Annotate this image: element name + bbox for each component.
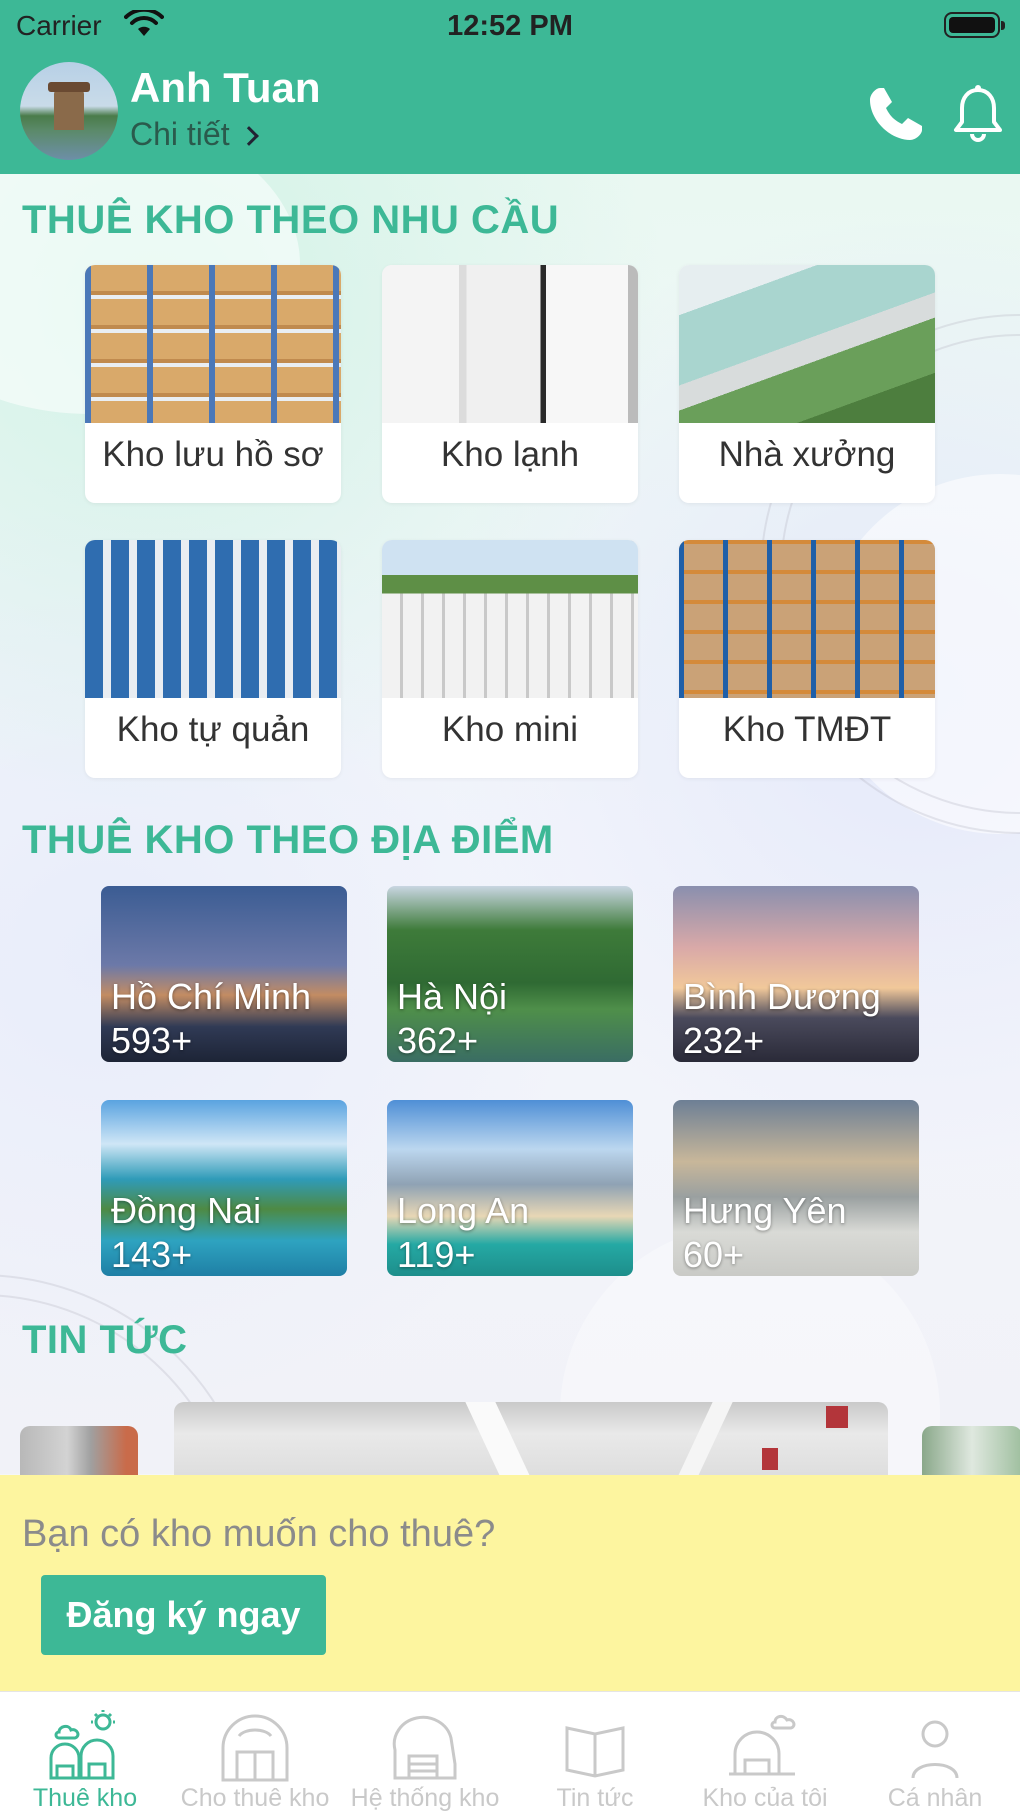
user-icon bbox=[911, 1720, 959, 1779]
warehouse-rent-icon bbox=[49, 1710, 115, 1780]
register-button[interactable]: Đăng ký ngay bbox=[41, 1575, 326, 1655]
section-title-location: THUÊ KHO THEO ĐỊA ĐIỂM bbox=[22, 818, 554, 862]
need-card-label: Nhà xưởng bbox=[718, 435, 896, 474]
warehouse-lease-icon bbox=[221, 1714, 289, 1782]
news-item[interactable] bbox=[174, 1402, 888, 1476]
avatar[interactable] bbox=[20, 62, 118, 160]
factory-image bbox=[679, 265, 935, 423]
location-city: Hồ Chí Minh bbox=[111, 976, 312, 1017]
tab-thue-kho[interactable]: Thuê kho bbox=[0, 1692, 170, 1813]
location-card-longan[interactable]: Long An 119+ bbox=[387, 1100, 633, 1276]
need-card-self[interactable]: Kho tự quản bbox=[85, 540, 341, 778]
tab-tin-tuc[interactable]: Tin tức bbox=[510, 1692, 680, 1813]
need-card-cold[interactable]: Kho lạnh bbox=[382, 265, 638, 503]
news-item[interactable] bbox=[922, 1426, 1020, 1476]
news-item[interactable] bbox=[20, 1426, 138, 1476]
need-card-label: Kho TMĐT bbox=[722, 710, 892, 749]
mini-storage-image bbox=[382, 540, 638, 698]
location-card-hanoi[interactable]: Hà Nội 362+ bbox=[387, 886, 633, 1062]
location-count: 119+ bbox=[397, 1234, 476, 1275]
location-card-hungyen[interactable]: Hưng Yên 60+ bbox=[673, 1100, 919, 1276]
location-card-binhduong[interactable]: Bình Dương 232+ bbox=[673, 886, 919, 1062]
ecommerce-storage-image bbox=[679, 540, 935, 698]
battery-icon bbox=[944, 12, 1005, 38]
location-count: 143+ bbox=[111, 1234, 193, 1275]
location-count: 362+ bbox=[397, 1020, 479, 1061]
location-city: Hà Nội bbox=[397, 976, 508, 1017]
section-title-need: THUÊ KHO THEO NHU CẦU bbox=[22, 198, 560, 242]
bottom-tab-bar: Thuê kho Cho thuê kho Hệ thống kho Tin t… bbox=[0, 1691, 1020, 1813]
app-header: Carrier 12:52 PM Anh Tuan Chi tiết bbox=[0, 0, 1020, 174]
need-card-ecommerce[interactable]: Kho TMĐT bbox=[679, 540, 935, 778]
user-name: Anh Tuan bbox=[130, 64, 321, 111]
warehouse-system-icon bbox=[392, 1715, 457, 1780]
tab-cho-thue-kho[interactable]: Cho thuê kho bbox=[170, 1692, 340, 1813]
self-storage-image bbox=[85, 540, 341, 698]
section-title-news: TIN TỨC bbox=[22, 1318, 188, 1362]
location-city: Bình Dương bbox=[683, 976, 881, 1017]
register-banner: Bạn có kho muốn cho thuê? Đăng ký ngay bbox=[0, 1475, 1020, 1691]
location-count: 60+ bbox=[683, 1234, 745, 1275]
status-bar: Carrier 12:52 PM bbox=[0, 0, 1020, 50]
phone-icon[interactable] bbox=[866, 84, 926, 144]
tab-label: Cá nhân bbox=[887, 1784, 983, 1812]
cold-storage-image bbox=[382, 265, 638, 423]
tab-kho-cua-toi[interactable]: Kho của tôi bbox=[680, 1692, 850, 1813]
my-warehouse-icon bbox=[729, 1714, 796, 1776]
location-city: Đồng Nai bbox=[111, 1190, 262, 1231]
need-card-records[interactable]: Kho lưu hồ sơ bbox=[85, 265, 341, 503]
tab-he-thong-kho[interactable]: Hệ thống kho bbox=[340, 1692, 510, 1813]
location-count: 232+ bbox=[683, 1020, 765, 1061]
tab-ca-nhan[interactable]: Cá nhân bbox=[850, 1692, 1020, 1813]
need-card-mini[interactable]: Kho mini bbox=[382, 540, 638, 778]
chevron-right-icon bbox=[238, 125, 259, 146]
status-time: 12:52 PM bbox=[447, 10, 573, 42]
bell-icon[interactable] bbox=[952, 84, 1004, 144]
location-city: Long An bbox=[397, 1190, 530, 1231]
detail-link[interactable]: Chi tiết bbox=[130, 116, 259, 153]
detail-label: Chi tiết bbox=[130, 116, 230, 152]
need-card-label: Kho lạnh bbox=[440, 435, 580, 474]
need-card-label: Kho tự quản bbox=[116, 710, 310, 749]
location-card-hcm[interactable]: Hồ Chí Minh 593+ bbox=[101, 886, 347, 1062]
location-count: 593+ bbox=[111, 1020, 193, 1061]
need-card-label: Kho mini bbox=[441, 710, 579, 749]
news-carousel[interactable] bbox=[0, 1400, 1020, 1476]
book-icon bbox=[565, 1726, 625, 1778]
need-card-label: Kho lưu hồ sơ bbox=[102, 435, 324, 474]
banner-text: Bạn có kho muốn cho thuê? bbox=[22, 1513, 496, 1555]
records-storage-image bbox=[85, 265, 341, 423]
location-city: Hưng Yên bbox=[683, 1190, 847, 1231]
need-card-factory[interactable]: Nhà xưởng bbox=[679, 265, 935, 503]
location-card-dongnai[interactable]: Đồng Nai 143+ bbox=[101, 1100, 347, 1276]
